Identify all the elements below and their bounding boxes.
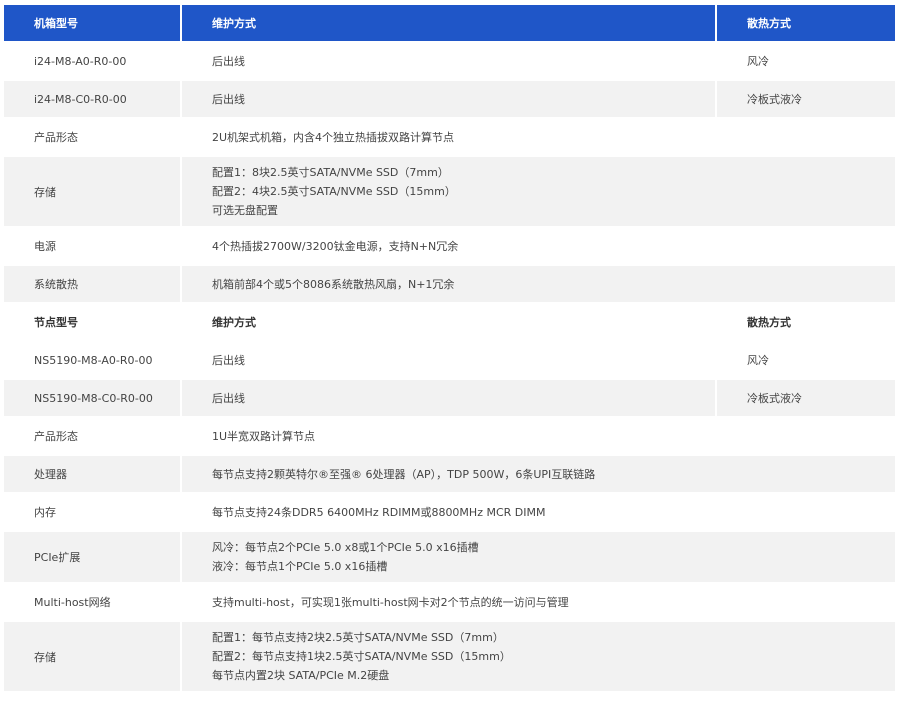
spec-value-cell: 配置1：每节点支持2块2.5英寸SATA/NVMe SSD（7mm） 配置2：每节… (182, 622, 895, 691)
spec-row: 存储 配置1：8块2.5英寸SATA/NVMe SSD（7mm） 配置2：4块2.5… (4, 157, 895, 226)
spec-value-cell: 风冷：每节点2个PCIe 5.0 x8或1个PCIe 5.0 x16插槽 液冷：每… (182, 532, 895, 582)
spec-value-line: 1U半宽双路计算节点 (212, 430, 316, 443)
spec-row: 电源 4个热插拔2700W/3200钛金电源，支持N+N冗余 (4, 228, 895, 264)
spec-label-cell: 电源 (4, 228, 180, 264)
cooling-cell: 风冷 (717, 342, 895, 378)
cooling-cell: 冷板式液冷 (717, 81, 895, 117)
spec-value-cell: 机箱前部4个或5个8086系统散热风扇，N+1冗余 (182, 266, 895, 302)
spec-value-cell: 每节点支持2颗英特尔®至强® 6处理器（AP），TDP 500W，6条UPI互联… (182, 456, 895, 492)
model-row: i24-M8-C0-R0-00 后出线 冷板式液冷 (4, 81, 895, 117)
spec-value-cell: 4个热插拔2700W/3200钛金电源，支持N+N冗余 (182, 228, 895, 264)
spec-value-line: 液冷：每节点1个PCIe 5.0 x16插槽 (212, 560, 388, 573)
spec-label-cell: Multi-host网络 (4, 584, 180, 620)
column-header: 维护方式 (182, 304, 715, 340)
spec-row: Multi-host网络 支持multi-host，可实现1张multi-host… (4, 584, 895, 620)
model-name-cell: NS5190-M8-A0-R0-00 (4, 342, 180, 378)
model-name-cell: NS5190-M8-C0-R0-00 (4, 380, 180, 416)
spec-label-cell: 存储 (4, 157, 180, 226)
spec-value-cell: 1U半宽双路计算节点 (182, 418, 895, 454)
model-row: NS5190-M8-A0-R0-00 后出线 风冷 (4, 342, 895, 378)
spec-label-cell: 存储 (4, 622, 180, 691)
spec-value-line: 2U机架式机箱，内含4个独立热插拔双路计算节点 (212, 131, 455, 144)
spec-row: 内存 每节点支持24条DDR5 6400MHz RDIMM或8800MHz MCR… (4, 494, 895, 530)
section-header-row: 节点型号 维护方式 散热方式 (4, 304, 895, 340)
column-header: 散热方式 (717, 304, 895, 340)
table-header-row: 机箱型号 维护方式 散热方式 (4, 5, 895, 41)
cooling-cell: 冷板式液冷 (717, 380, 895, 416)
model-name-cell: i24-M8-C0-R0-00 (4, 81, 180, 117)
spec-value-line: 支持multi-host，可实现1张multi-host网卡对2个节点的统一访问… (212, 596, 569, 609)
spec-label-cell: 系统散热 (4, 266, 180, 302)
spec-row: 处理器 每节点支持2颗英特尔®至强® 6处理器（AP），TDP 500W，6条UP… (4, 456, 895, 492)
cooling-cell: 风冷 (717, 43, 895, 79)
spec-label-cell: PCIe扩展 (4, 532, 180, 582)
spec-row: 产品形态 2U机架式机箱，内含4个独立热插拔双路计算节点 (4, 119, 895, 155)
model-row: NS5190-M8-C0-R0-00 后出线 冷板式液冷 (4, 380, 895, 416)
spec-value-line: 风冷：每节点2个PCIe 5.0 x8或1个PCIe 5.0 x16插槽 (212, 541, 479, 554)
maintenance-cell: 后出线 (182, 380, 715, 416)
maintenance-cell: 后出线 (182, 43, 715, 79)
model-name-cell: i24-M8-A0-R0-00 (4, 43, 180, 79)
spec-row: PCIe扩展 风冷：每节点2个PCIe 5.0 x8或1个PCIe 5.0 x16… (4, 532, 895, 582)
model-row: i24-M8-A0-R0-00 后出线 风冷 (4, 43, 895, 79)
spec-value-cell: 支持multi-host，可实现1张multi-host网卡对2个节点的统一访问… (182, 584, 895, 620)
spec-value-line: 机箱前部4个或5个8086系统散热风扇，N+1冗余 (212, 278, 455, 291)
spec-label-cell: 产品形态 (4, 418, 180, 454)
spec-value-line: 每节点支持24条DDR5 6400MHz RDIMM或8800MHz MCR D… (212, 506, 546, 519)
spec-value-line: 可选无盘配置 (212, 204, 278, 217)
spec-value-line: 配置2：每节点支持1块2.5英寸SATA/NVMe SSD（15mm） (212, 650, 511, 663)
column-header: 散热方式 (717, 5, 895, 41)
spec-value-cell: 每节点支持24条DDR5 6400MHz RDIMM或8800MHz MCR D… (182, 494, 895, 530)
spec-value-line: 配置1：8块2.5英寸SATA/NVMe SSD（7mm） (212, 166, 449, 179)
spec-label-cell: 内存 (4, 494, 180, 530)
spec-value-line: 每节点支持2颗英特尔®至强® 6处理器（AP），TDP 500W，6条UPI互联… (212, 468, 596, 481)
spec-row: 产品形态 1U半宽双路计算节点 (4, 418, 895, 454)
spec-label-cell: 处理器 (4, 456, 180, 492)
spec-table: 机箱型号 维护方式 散热方式 i24-M8-A0-R0-00 后出线 风冷 i24-M8-C… (2, 3, 897, 693)
column-header: 节点型号 (4, 304, 180, 340)
spec-value-cell: 配置1：8块2.5英寸SATA/NVMe SSD（7mm） 配置2：4块2.5英寸… (182, 157, 895, 226)
column-header: 机箱型号 (4, 5, 180, 41)
spec-table-body: 机箱型号 维护方式 散热方式 i24-M8-A0-R0-00 后出线 风冷 i24-M8-C… (4, 5, 895, 691)
spec-value-line: 4个热插拔2700W/3200钛金电源，支持N+N冗余 (212, 240, 459, 253)
column-header: 维护方式 (182, 5, 715, 41)
spec-value-line: 每节点内置2块 SATA/PCIe M.2硬盘 (212, 669, 390, 682)
spec-value-line: 配置1：每节点支持2块2.5英寸SATA/NVMe SSD（7mm） (212, 631, 504, 644)
spec-label-cell: 产品形态 (4, 119, 180, 155)
spec-value-line: 配置2：4块2.5英寸SATA/NVMe SSD（15mm） (212, 185, 456, 198)
spec-row: 系统散热 机箱前部4个或5个8086系统散热风扇，N+1冗余 (4, 266, 895, 302)
maintenance-cell: 后出线 (182, 81, 715, 117)
spec-row: 存储 配置1：每节点支持2块2.5英寸SATA/NVMe SSD（7mm） 配置2：… (4, 622, 895, 691)
maintenance-cell: 后出线 (182, 342, 715, 378)
spec-value-cell: 2U机架式机箱，内含4个独立热插拔双路计算节点 (182, 119, 895, 155)
